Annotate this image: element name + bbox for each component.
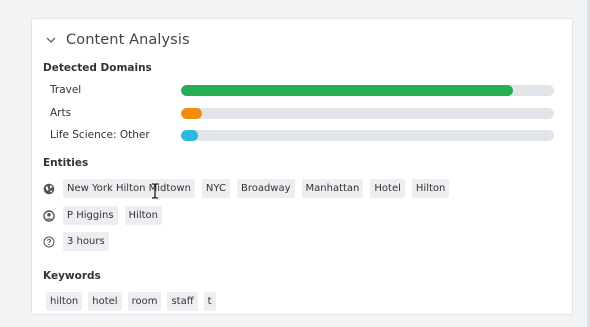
top-border <box>0 0 590 8</box>
entity-row-people: P Higgins Hilton <box>43 206 169 225</box>
entity-chip[interactable]: 3 hours <box>63 232 109 251</box>
question-circle-icon <box>43 236 55 248</box>
entity-chip[interactable]: Manhattan <box>301 179 364 198</box>
keyword-chip[interactable]: hotel <box>88 292 122 311</box>
domain-bar-track <box>181 107 554 119</box>
entity-chip[interactable]: P Higgins <box>63 206 118 225</box>
domain-bar-track <box>181 129 554 141</box>
domain-name: Arts <box>50 107 72 119</box>
domain-bar-fill <box>181 107 202 119</box>
text-cursor-icon <box>150 183 160 199</box>
panel-title: Content Analysis <box>66 32 190 48</box>
entity-chip[interactable]: New York Hilton Midtown <box>63 179 195 198</box>
keywords-heading: Keywords <box>43 270 101 282</box>
keyword-chip[interactable]: hilton <box>46 292 83 311</box>
entities-heading: Entities <box>43 157 89 169</box>
domain-bar-track <box>181 84 554 96</box>
domain-name: Life Science: Other <box>50 129 150 141</box>
domain-name: Travel <box>50 84 82 96</box>
chevron-down-icon[interactable] <box>44 33 58 47</box>
entity-row-places: New York Hilton Midtown NYC Broadway Man… <box>43 179 456 198</box>
keyword-list: hilton hotel room staff t <box>46 292 222 311</box>
domain-bar-fill <box>181 129 198 141</box>
domain-row: Travel <box>50 84 558 96</box>
domain-row: Arts <box>50 107 558 119</box>
entity-chip[interactable]: Hotel <box>370 179 405 198</box>
domain-row: Life Science: Other <box>50 129 558 141</box>
domain-bar-fill <box>181 84 513 96</box>
content-analysis-panel: Content Analysis Detected Domains Travel… <box>31 18 573 315</box>
panel-header[interactable]: Content Analysis <box>44 29 190 51</box>
entity-chip[interactable]: NYC <box>201 179 230 198</box>
detected-domains-heading: Detected Domains <box>43 62 152 74</box>
globe-icon <box>43 183 55 195</box>
keyword-chip[interactable]: staff <box>167 292 198 311</box>
entity-chip[interactable]: Broadway <box>236 179 295 198</box>
keyword-chip[interactable]: room <box>127 292 162 311</box>
entity-chip[interactable]: Hilton <box>411 179 450 198</box>
user-circle-icon <box>43 209 55 222</box>
keyword-chip[interactable]: t <box>203 292 216 311</box>
entity-row-other: 3 hours <box>43 232 116 251</box>
entity-chip[interactable]: Hilton <box>124 206 162 225</box>
